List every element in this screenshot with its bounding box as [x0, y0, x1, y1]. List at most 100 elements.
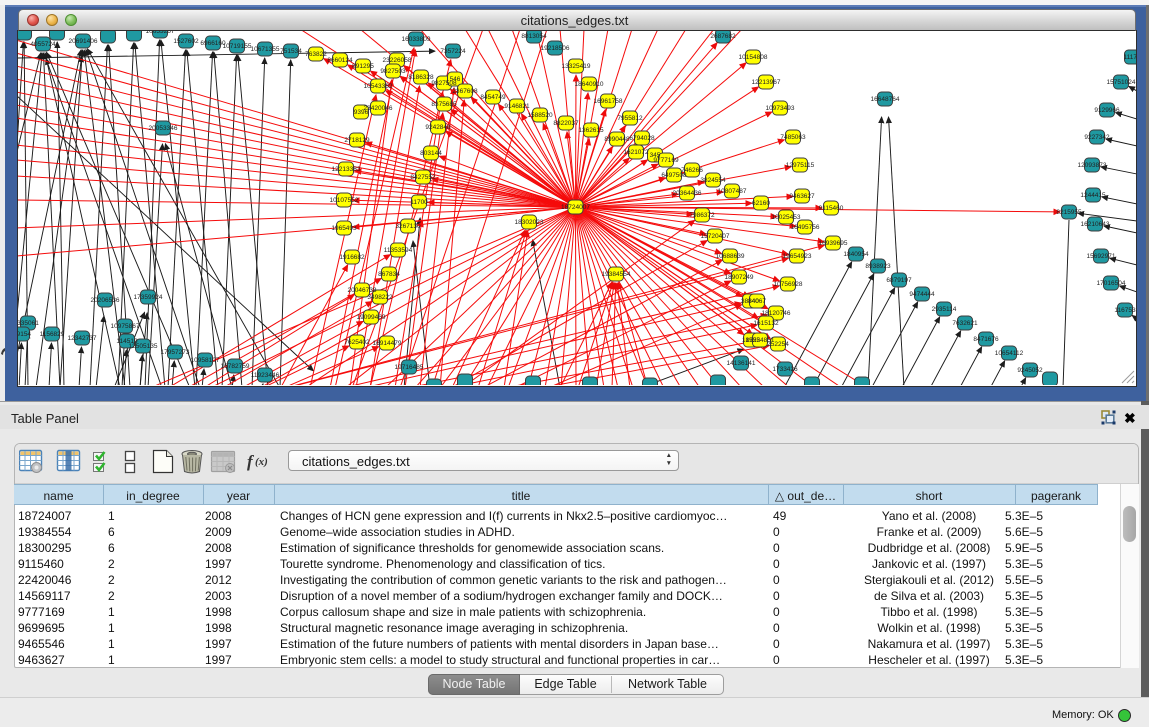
svg-text:10671355: 10671355: [251, 46, 280, 53]
svg-text:f: f: [247, 452, 255, 471]
svg-text:9827503: 9827503: [380, 68, 406, 75]
svg-text:335061: 335061: [18, 320, 39, 327]
svg-text:8471676: 8471676: [973, 336, 999, 343]
svg-text:1588520: 1588520: [527, 112, 553, 119]
svg-text:16939695: 16939695: [819, 240, 848, 247]
svg-text:8822037: 8822037: [553, 120, 579, 127]
svg-text:9129966: 9129966: [1094, 107, 1120, 114]
svg-text:2687682: 2687682: [710, 33, 736, 40]
svg-text:1527602: 1527602: [173, 38, 199, 45]
svg-text:84067: 84067: [748, 298, 766, 305]
svg-text:6794028: 6794028: [629, 135, 655, 142]
svg-text:8454749: 8454749: [480, 94, 506, 101]
svg-text:23226058: 23226058: [383, 57, 412, 64]
svg-text:8215955: 8215955: [1056, 209, 1082, 216]
svg-text:16648764: 16648764: [871, 96, 900, 103]
svg-text:16210643: 16210643: [1081, 221, 1110, 228]
svg-text:13325419: 13325419: [562, 63, 591, 70]
svg-text:18120746: 18120746: [762, 310, 791, 317]
svg-text:2935114: 2935114: [932, 306, 957, 313]
svg-text:10719155: 10719155: [223, 43, 252, 50]
svg-text:8375685: 8375685: [431, 101, 457, 108]
svg-text:12505135: 12505135: [129, 343, 158, 350]
svg-text:9245052: 9245052: [1017, 367, 1043, 374]
svg-text:803144: 803144: [420, 150, 442, 157]
svg-text:10107552: 10107552: [330, 197, 359, 204]
svg-text:15720407: 15720407: [701, 233, 730, 240]
svg-text:10688639: 10688639: [716, 253, 745, 260]
svg-text:1840954: 1840954: [843, 251, 869, 258]
svg-text:867834: 867834: [378, 271, 400, 278]
svg-text:19716485: 19716485: [395, 364, 424, 371]
svg-text:8938923: 8938923: [865, 263, 891, 270]
svg-text:12093873: 12093873: [1078, 162, 1107, 169]
svg-text:16961758: 16961758: [594, 98, 623, 105]
svg-text:14136141: 14136141: [727, 360, 756, 367]
svg-text:20364436: 20364436: [673, 190, 702, 197]
svg-text:8186328: 8186328: [408, 74, 434, 81]
svg-text:1362615: 1362615: [578, 127, 604, 134]
svg-text:17359924: 17359924: [134, 294, 163, 301]
svg-text:20206536: 20206536: [91, 297, 120, 304]
svg-text:62160: 62160: [752, 200, 770, 207]
svg-text:891295: 891295: [352, 63, 374, 70]
svg-text:11173: 11173: [1123, 54, 1136, 61]
svg-text:1916682: 1916682: [339, 254, 365, 261]
svg-text:19218506: 19218506: [541, 45, 570, 52]
svg-text:16914479: 16914479: [373, 340, 402, 347]
svg-text:116753: 116753: [1114, 307, 1136, 314]
svg-text:12213383: 12213383: [332, 166, 361, 173]
svg-text:2718129: 2718129: [344, 137, 370, 144]
svg-text:8427552: 8427552: [410, 174, 436, 181]
svg-text:10973493: 10973493: [766, 105, 795, 112]
svg-text:4055724: 4055724: [30, 41, 56, 48]
svg-text:7625402: 7625402: [344, 339, 370, 346]
svg-text:16782759: 16782759: [221, 363, 250, 370]
svg-text:12342737: 12342737: [68, 335, 97, 342]
svg-text:10653267: 10653267: [146, 31, 175, 35]
svg-text:10025453: 10025453: [772, 214, 801, 221]
svg-text:9777169: 9777169: [653, 157, 679, 164]
svg-text:(x): (x): [255, 456, 268, 468]
svg-text:11923446: 11923446: [251, 372, 280, 379]
svg-text:8990448: 8990448: [604, 136, 630, 143]
svg-text:6497508: 6497508: [661, 172, 687, 179]
svg-text:7986372: 7986372: [689, 212, 715, 219]
svg-text:11700: 11700: [410, 199, 428, 206]
svg-text:19099469: 19099469: [357, 314, 386, 321]
svg-text:12975115: 12975115: [786, 162, 815, 169]
svg-text:3824554: 3824554: [700, 177, 726, 184]
svg-text:763822: 763822: [305, 51, 327, 58]
svg-text:9146821: 9146821: [504, 103, 530, 110]
svg-text:15692971: 15692971: [1087, 253, 1116, 260]
svg-text:3267130: 3267130: [395, 223, 421, 230]
svg-text:1244415: 1244415: [1080, 192, 1106, 199]
svg-text:12213967: 12213967: [752, 79, 781, 86]
svg-text:9227342: 9227342: [1084, 134, 1110, 141]
svg-text:10958107: 10958107: [191, 357, 220, 364]
svg-text:18302023: 18302023: [515, 219, 544, 226]
svg-text:9115460: 9115460: [819, 205, 844, 212]
svg-text:20691406: 20691406: [69, 38, 98, 45]
svg-text:3498222: 3498222: [367, 294, 393, 301]
svg-text:23420046: 23420046: [364, 105, 393, 112]
svg-text:10154808: 10154808: [739, 54, 768, 61]
svg-text:10807487: 10807487: [718, 188, 747, 195]
svg-text:7357224: 7357224: [440, 48, 466, 55]
svg-text:7485063: 7485063: [780, 134, 806, 141]
svg-text:1156829: 1156829: [40, 331, 65, 338]
svg-text:16495756: 16495756: [791, 224, 820, 231]
svg-text:10543382: 10543382: [364, 83, 393, 90]
svg-text:20046738: 20046738: [348, 287, 377, 294]
svg-text:7632621: 7632621: [952, 320, 978, 327]
svg-text:18724007: 18724007: [561, 204, 590, 211]
svg-text:20053346: 20053346: [149, 125, 178, 132]
svg-text:18907249: 18907249: [725, 274, 754, 281]
svg-text:9474444: 9474444: [909, 291, 935, 298]
svg-text:546: 546: [450, 76, 461, 83]
svg-text:10975867: 10975867: [111, 323, 140, 330]
svg-text:10756928: 10756928: [774, 281, 803, 288]
svg-text:1733426: 1733426: [772, 366, 798, 373]
svg-text:18640910: 18640910: [575, 81, 604, 88]
svg-text:19654923: 19654923: [783, 253, 812, 260]
